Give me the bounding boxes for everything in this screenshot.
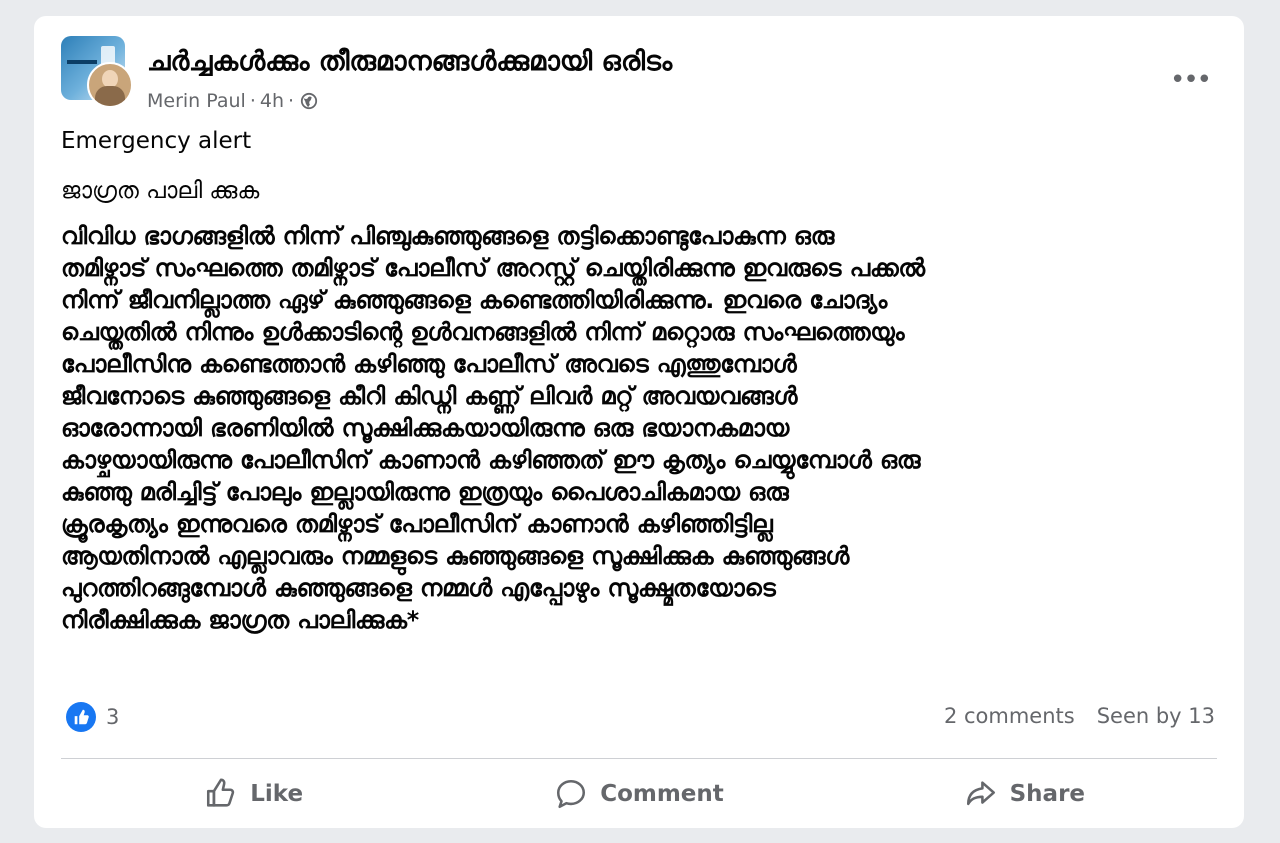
action-bar: Like Comment Share [61,768,1217,820]
comments-count-link[interactable]: 2 comments [944,704,1075,728]
group-name-link[interactable]: ചർച്ചകൾക്കും തീരുമാനങ്ങൾക്കുമായി ഒരിടം [147,46,672,78]
post-body-text: വിവിധ ഭാഗങ്ങളിൽ നിന്ന് പിഞ്ചുകുഞ്ഞുങ്ങളെ… [61,222,925,634]
post-stats: 2 comments Seen by 13 [944,704,1215,728]
group-avatar-stripe [67,60,97,64]
post-text-line: ജാഗ്രത പാലി ക്കുക [61,178,260,204]
post-text-line: Emergency alert [61,128,252,154]
thumbs-up-icon [207,778,235,807]
share-button[interactable]: Share [832,768,1217,820]
seen-by-link[interactable]: Seen by 13 [1097,704,1215,728]
share-label: Share [1009,781,1086,807]
post-header: ചർച്ചകൾക്കും തീരുമാനങ്ങൾക്കുമായി ഒരിടം M… [61,36,1224,112]
reaction-count: 3 [106,705,120,729]
like-button[interactable]: Like [61,768,446,820]
like-reaction-icon [66,702,96,732]
like-label: Like [250,781,304,807]
more-icon[interactable]: ••• [1170,67,1212,93]
meta-separator: · [249,90,256,112]
meta-separator: · [288,90,295,112]
post-timestamp[interactable]: 4h [260,90,284,112]
share-arrow-icon [966,781,995,806]
post-card: ചർച്ചകൾക്കും തീരുമാനങ്ങൾക്കുമായി ഒരിടം M… [34,16,1244,828]
comment-bubble-icon [557,779,586,809]
globe-icon[interactable] [300,92,318,110]
post-meta: Merin Paul · 4h · [147,90,318,112]
author-name-link[interactable]: Merin Paul [147,90,246,112]
divider [61,758,1217,759]
author-avatar-body [95,86,125,106]
reactions-summary[interactable]: 3 [66,702,119,732]
comment-button[interactable]: Comment [446,768,831,820]
author-avatar[interactable] [87,62,133,108]
comment-label: Comment [600,781,724,807]
post-content: Emergency alert ജാഗ്രത പാലി ക്കുക വിവിധ … [61,128,1221,636]
